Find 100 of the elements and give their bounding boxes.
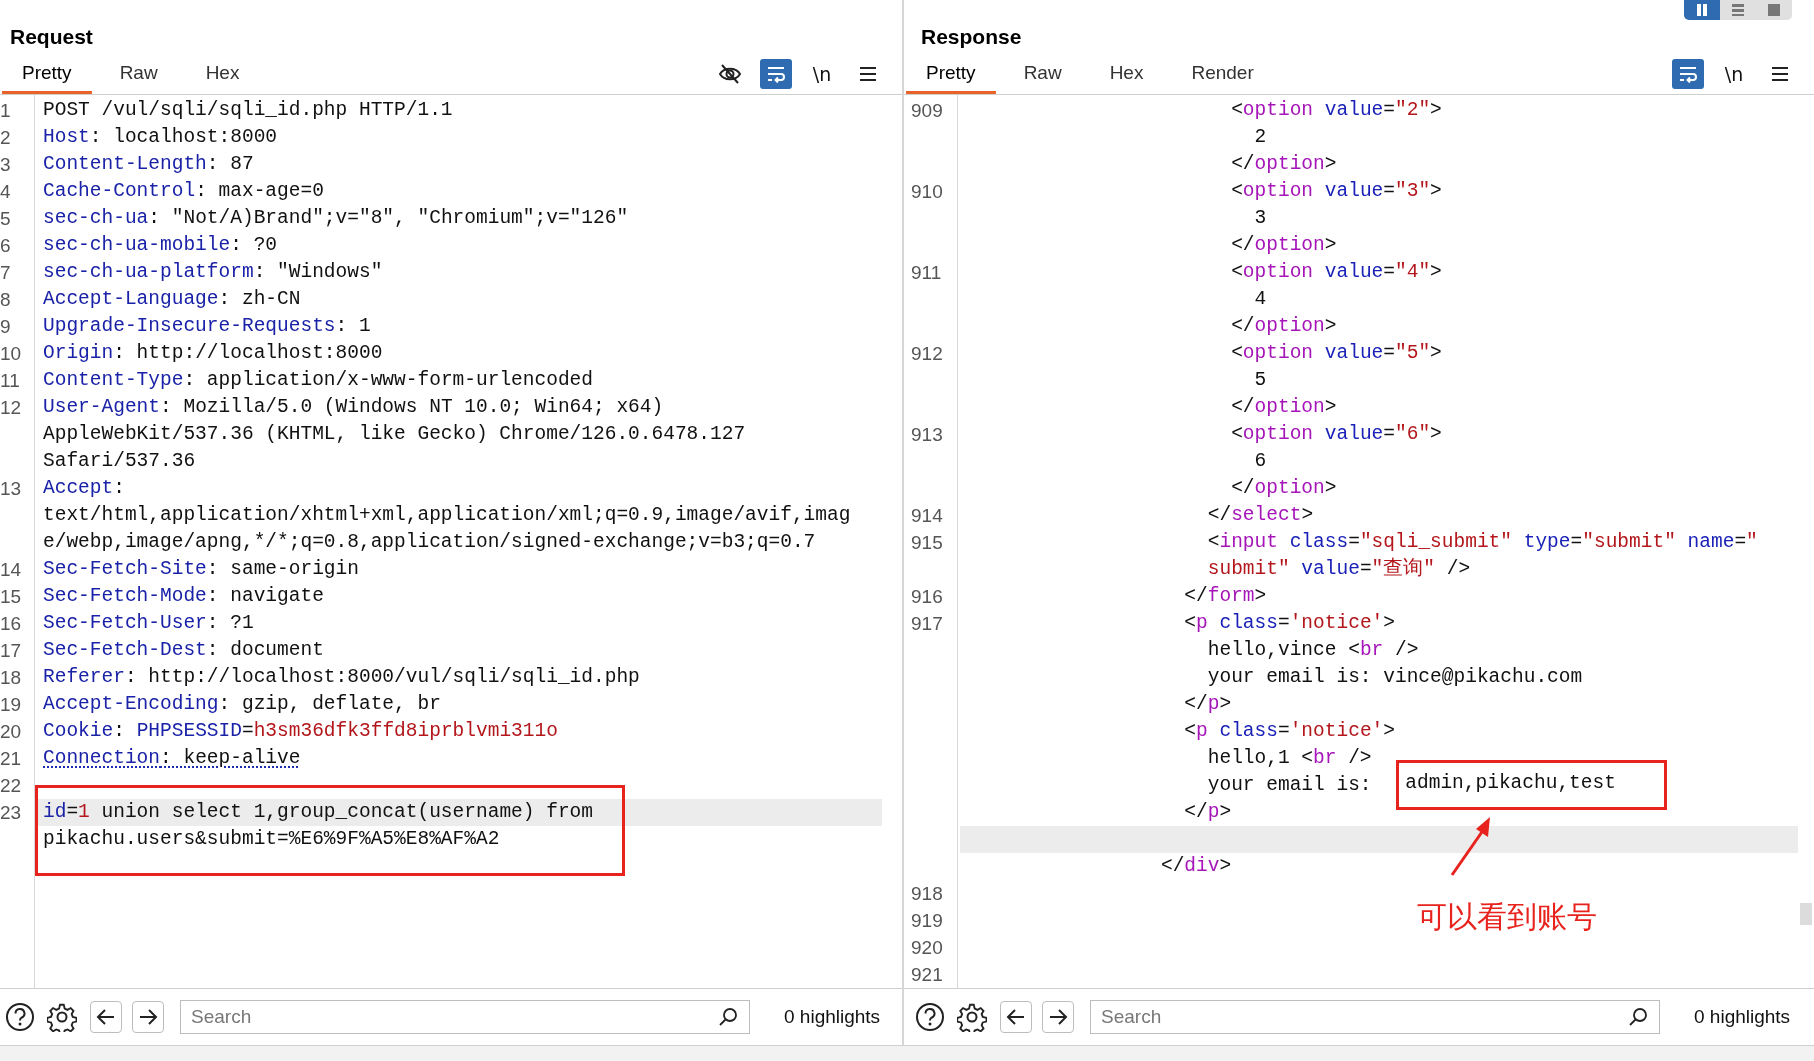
code-line: e/webp,image/apng,*/*;q=0.8,application/signed-exchange;v=b3;q=0.7 bbox=[42, 530, 816, 555]
code-line: Upgrade-Insecure-Requests: 1 bbox=[42, 314, 371, 339]
search-icon[interactable] bbox=[718, 1007, 738, 1027]
code-line: <option value="3"> bbox=[1230, 179, 1442, 204]
code-line: 6 bbox=[1253, 449, 1267, 474]
newline-toggle[interactable]: \n bbox=[806, 59, 838, 89]
settings-icon[interactable] bbox=[44, 1002, 80, 1032]
back-button[interactable] bbox=[1000, 1001, 1032, 1033]
wrap-lines-icon[interactable] bbox=[1672, 59, 1704, 89]
line-number: 1 bbox=[0, 99, 12, 123]
view-tab[interactable]: Raw bbox=[1003, 54, 1082, 94]
highlights-count: 0 highlights bbox=[1694, 1006, 1791, 1028]
search-field[interactable]: Search bbox=[180, 1000, 750, 1034]
view-tab[interactable]: Pretty bbox=[2, 54, 92, 94]
line-number: 5 bbox=[0, 207, 12, 231]
highlights-count: 0 highlights bbox=[784, 1006, 881, 1028]
pane-title: Request bbox=[10, 25, 93, 50]
code-line: </option> bbox=[1230, 395, 1337, 420]
line-number: 10 bbox=[0, 342, 23, 366]
search-field[interactable]: Search bbox=[1090, 1000, 1660, 1034]
line-number: 917 bbox=[910, 612, 944, 636]
code-line: </option> bbox=[1230, 314, 1337, 339]
line-number: 12 bbox=[0, 396, 23, 420]
rows-layout-icon[interactable] bbox=[1720, 0, 1756, 20]
code-line: 4 bbox=[1253, 287, 1267, 312]
line-number: 3 bbox=[0, 153, 12, 177]
search-icon[interactable] bbox=[1628, 1007, 1648, 1027]
left-arrow-icon bbox=[96, 1008, 116, 1026]
line-number: 19 bbox=[0, 693, 23, 717]
newline-toggle[interactable]: \n bbox=[1718, 59, 1750, 89]
view-tab[interactable]: Raw bbox=[99, 54, 178, 94]
view-tab[interactable]: Hex bbox=[185, 54, 260, 94]
code-line: Content-Length: 87 bbox=[42, 152, 254, 177]
code-line: </form> bbox=[1183, 584, 1267, 609]
code-line: </option> bbox=[1230, 476, 1337, 501]
settings-icon[interactable] bbox=[954, 1002, 990, 1032]
line-number: 9 bbox=[0, 315, 12, 339]
code-line: sec-ch-ua-platform: "Windows" bbox=[42, 260, 383, 285]
line-number: 7 bbox=[0, 261, 12, 285]
code-line: <option value="2"> bbox=[1230, 98, 1442, 123]
code-line: 5 bbox=[1253, 368, 1267, 393]
code-line: AppleWebKit/537.36 (KHTML, like Gecko) Chrome/126.0.6478.127 bbox=[42, 422, 746, 447]
code-line: <input class="sqli_submit" type="submit" name=" bbox=[1206, 530, 1758, 555]
line-number: 913 bbox=[910, 423, 944, 447]
framed-result: admin,pikachu,test bbox=[1396, 760, 1667, 810]
code-line: Sec-Fetch-Mode: navigate bbox=[42, 584, 324, 609]
view-tab[interactable]: Render bbox=[1171, 54, 1274, 94]
forward-button[interactable] bbox=[132, 1001, 164, 1033]
left-arrow-icon bbox=[1006, 1008, 1026, 1026]
line-number: 912 bbox=[910, 342, 944, 366]
code-line: <option value="5"> bbox=[1230, 341, 1442, 366]
line-number: 18 bbox=[0, 666, 23, 690]
code-line: Cookie: PHPSESSID=h3sm36dfk3ffd8iprblvmi311o bbox=[42, 719, 558, 744]
right-arrow-icon bbox=[1048, 1008, 1068, 1026]
back-button[interactable] bbox=[90, 1001, 122, 1033]
code-line: sec-ch-ua-mobile: ?0 bbox=[42, 233, 278, 258]
code-line: <p class='notice'> bbox=[1183, 611, 1395, 636]
code-line: Content-Type: application/x-www-form-urlencoded bbox=[42, 368, 593, 393]
code-line: sec-ch-ua: "Not/A)Brand";v="8", "Chromium";v="126" bbox=[42, 206, 629, 231]
single-layout-icon[interactable] bbox=[1756, 0, 1792, 20]
line-number: 11 bbox=[0, 369, 21, 393]
code-line: Sec-Fetch-Site: same-origin bbox=[42, 557, 359, 582]
forward-button[interactable] bbox=[1042, 1001, 1074, 1033]
line-number: 22 bbox=[0, 774, 23, 798]
code-line: pikachu.users&submit=%E6%9F%A5%E8%AF%A2 bbox=[42, 827, 500, 852]
view-tab[interactable]: Pretty bbox=[906, 54, 996, 94]
code-line: </div> bbox=[1159, 854, 1232, 879]
view-tab[interactable]: Hex bbox=[1089, 54, 1164, 94]
code-line: User-Agent: Mozilla/5.0 (Windows NT 10.0; Win64; x64) bbox=[42, 395, 664, 420]
line-number: 23 bbox=[0, 801, 23, 825]
code-line: 3 bbox=[1253, 206, 1267, 231]
columns-layout-icon[interactable] bbox=[1684, 0, 1720, 20]
line-number: 16 bbox=[0, 612, 23, 636]
wrap-lines-icon[interactable] bbox=[760, 59, 792, 89]
line-number: 918 bbox=[910, 882, 944, 906]
code-line: POST /vul/sqli/sqli_id.php HTTP/1.1 bbox=[42, 98, 453, 123]
code-line: submit" value="查询" /> bbox=[1206, 556, 1471, 582]
code-line: </p> bbox=[1183, 692, 1232, 717]
code-line: Safari/537.36 bbox=[42, 449, 196, 474]
line-number: 17 bbox=[0, 639, 23, 663]
code-line: </select> bbox=[1206, 503, 1314, 528]
line-number: 920 bbox=[910, 936, 944, 960]
code-line: </p> bbox=[1183, 800, 1232, 825]
line-number: 15 bbox=[0, 585, 23, 609]
code-line: </option> bbox=[1230, 233, 1337, 258]
scrollbar-thumb[interactable] bbox=[1800, 903, 1812, 925]
code-line: <option value="4"> bbox=[1230, 260, 1442, 285]
code-line: hello,vince <br /> bbox=[1206, 638, 1419, 663]
right-arrow-icon bbox=[138, 1008, 158, 1026]
line-number: 919 bbox=[910, 909, 944, 933]
code-line: Cache-Control: max-age=0 bbox=[42, 179, 324, 204]
line-number: 914 bbox=[910, 504, 944, 528]
code-line: Connection: keep-alive bbox=[42, 746, 301, 771]
line-number: 6 bbox=[0, 234, 12, 258]
code-line: </option> bbox=[1230, 152, 1337, 177]
line-number: 14 bbox=[0, 558, 23, 582]
annotation-text: 可以看到账号 bbox=[1417, 898, 1597, 936]
line-number: 916 bbox=[910, 585, 944, 609]
code-line: Origin: http://localhost:8000 bbox=[42, 341, 383, 366]
line-number: 909 bbox=[910, 99, 944, 123]
